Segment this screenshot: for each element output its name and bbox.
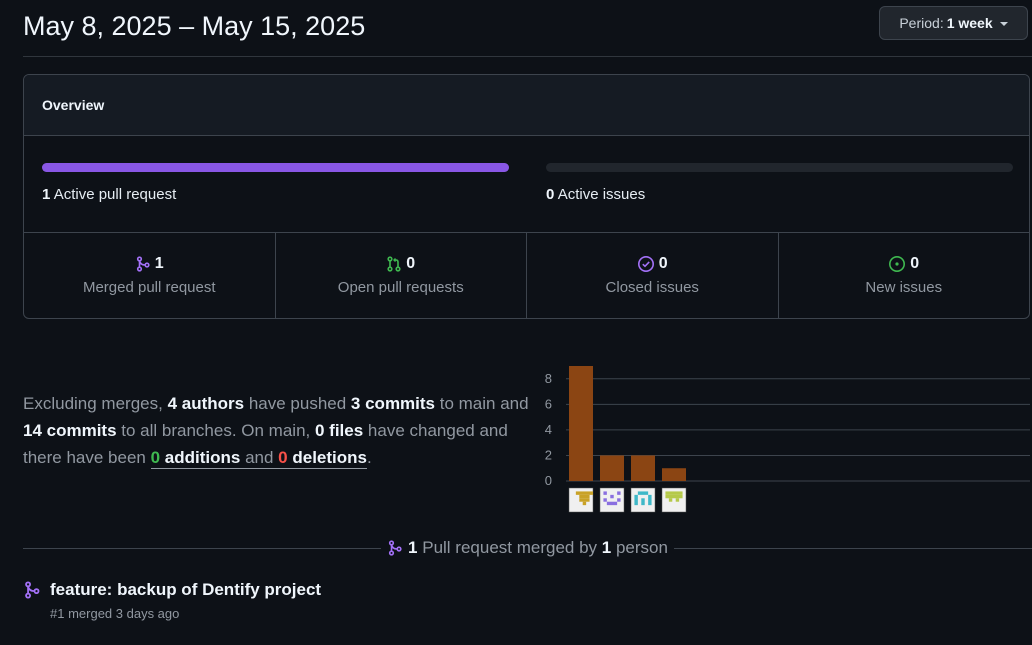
- active-issues-text: Active issues: [557, 186, 646, 203]
- git-merge-icon: [25, 581, 40, 599]
- period-value: 1 week: [946, 15, 993, 31]
- avatar-pixel: [579, 494, 590, 499]
- active-pull-requests-count: 1: [42, 186, 51, 203]
- period-label: Period:: [899, 15, 944, 31]
- summary-authors: 4 authors: [167, 394, 245, 413]
- commit-bar: [662, 468, 686, 481]
- summary-text: .: [367, 448, 372, 467]
- summary-text: and: [240, 448, 279, 467]
- stat-closed-issues[interactable]: 0 Closed issues: [527, 233, 779, 318]
- avatar-pixel: [610, 494, 614, 499]
- y-tick-label: 4: [545, 422, 552, 437]
- stat-open-pull-requests[interactable]: 0 Open pull requests: [276, 233, 527, 318]
- stat-new-label: New issues: [865, 279, 943, 296]
- avatar-pixel: [641, 498, 645, 506]
- merged-pull-requests-summary: 1 Pull request merged by 1 person: [381, 538, 674, 558]
- y-tick-label: 0: [545, 473, 552, 488]
- y-tick-label: 2: [545, 447, 552, 462]
- pull-request-title-link[interactable]: feature: backup of Dentify project: [50, 580, 321, 600]
- summary-commits-all: 14 commits: [23, 421, 117, 440]
- issue-opened-icon: [889, 256, 906, 272]
- overview-title: Overview: [24, 75, 1029, 136]
- avatar-pixel: [675, 498, 680, 502]
- avatar-pixel: [575, 491, 593, 495]
- additions-label: additions: [160, 448, 241, 467]
- avatar-pixel: [665, 491, 683, 495]
- avatar-pixel: [665, 494, 683, 499]
- git-pull-request-icon: [387, 256, 401, 272]
- merged-text: Pull request merged by: [417, 538, 602, 557]
- issue-closed-icon: [637, 256, 654, 272]
- divider-rule-right: [673, 547, 1032, 549]
- avatar-pixel: [617, 491, 621, 495]
- pull-requests-progress-bar[interactable]: [42, 163, 509, 172]
- avatar-pixel: [579, 498, 590, 502]
- commit-bar: [631, 455, 655, 481]
- active-pull-requests-label[interactable]: 1 Active pull request: [42, 186, 176, 203]
- summary-text: Excluding merges,: [23, 394, 168, 413]
- avatar-pixel: [637, 491, 649, 495]
- merged-count: 1: [408, 538, 418, 557]
- active-pull-requests-text: Active pull request: [53, 186, 177, 203]
- stat-new-issues[interactable]: 0 New issues: [779, 233, 1030, 318]
- avatar-pixel: [582, 501, 587, 506]
- overview-stats: 1 Merged pull request 0 Open pull reques…: [24, 233, 1030, 318]
- deletions-label: deletions: [287, 448, 367, 467]
- pull-requests-progress-fill: [42, 163, 509, 172]
- merged-pull-request-item: feature: backup of Dentify project #1 me…: [23, 580, 321, 621]
- avatar-pixel: [634, 494, 638, 506]
- avatar-pixel: [668, 498, 673, 502]
- pulse-page: May 8, 2025 – May 15, 2025 Period: 1 wee…: [0, 0, 1032, 645]
- overview-panel: Overview 1 Active pull request 0 Active …: [23, 74, 1030, 319]
- commit-bar: [569, 366, 593, 481]
- divider-rule-left: [23, 547, 382, 549]
- y-tick-label: 6: [545, 396, 552, 411]
- stat-closed-count: 0: [658, 255, 668, 272]
- deletions-count: 0: [278, 448, 288, 467]
- git-merge-icon: [136, 256, 150, 272]
- stat-merged-label: Merged pull request: [82, 279, 216, 296]
- summary-text: to main and: [435, 394, 529, 413]
- summary-commits-main: 3 commits: [350, 394, 436, 413]
- header-divider: [23, 56, 1032, 57]
- stat-merged-count: 1: [154, 255, 164, 272]
- y-tick-label: 8: [545, 371, 552, 386]
- pull-request-meta: #1 merged 3 days ago: [50, 606, 180, 621]
- summary-files: 0 files: [314, 421, 364, 440]
- avatar-pixel: [648, 494, 652, 506]
- date-range-title: May 8, 2025 – May 15, 2025: [23, 11, 366, 41]
- commits-by-author-chart: 0 2 4 6 8: [530, 360, 1032, 516]
- caret-down-icon: [999, 22, 1008, 26]
- commits-chart-svg: 0 2 4 6 8: [545, 366, 1030, 513]
- merged-people-count: 1: [601, 538, 612, 557]
- avatar-pixel: [617, 498, 621, 502]
- merged-text: person: [611, 538, 668, 557]
- changes-link[interactable]: 0 additions and 0 deletions: [150, 448, 367, 469]
- stat-closed-label: Closed issues: [605, 279, 699, 296]
- merged-pull-requests-divider: 1 Pull request merged by 1 person: [23, 534, 1032, 562]
- stat-open-count: 0: [406, 255, 416, 272]
- active-issues-label[interactable]: 0 Active issues: [546, 186, 645, 203]
- commit-summary: Excluding merges, 4 authors have pushed …: [23, 390, 533, 471]
- commit-bar: [600, 455, 624, 481]
- summary-text: to all branches. On main,: [116, 421, 315, 440]
- avatar-pixel: [603, 491, 607, 495]
- summary-text: have pushed: [244, 394, 351, 413]
- active-issues-count: 0: [546, 186, 555, 203]
- stat-open-label: Open pull requests: [337, 279, 464, 296]
- stat-new-count: 0: [910, 255, 920, 272]
- avatar-pixel: [603, 498, 607, 502]
- issues-progress-bar[interactable]: [546, 163, 1013, 172]
- git-merge-icon: [388, 540, 402, 556]
- overview-progress-section: 1 Active pull request 0 Active issues: [24, 136, 1029, 233]
- avatar-pixel: [606, 501, 618, 506]
- stat-merged-pull-requests[interactable]: 1 Merged pull request: [24, 233, 276, 318]
- period-dropdown-button[interactable]: Period: 1 week: [879, 6, 1028, 40]
- additions-count: 0: [150, 448, 161, 467]
